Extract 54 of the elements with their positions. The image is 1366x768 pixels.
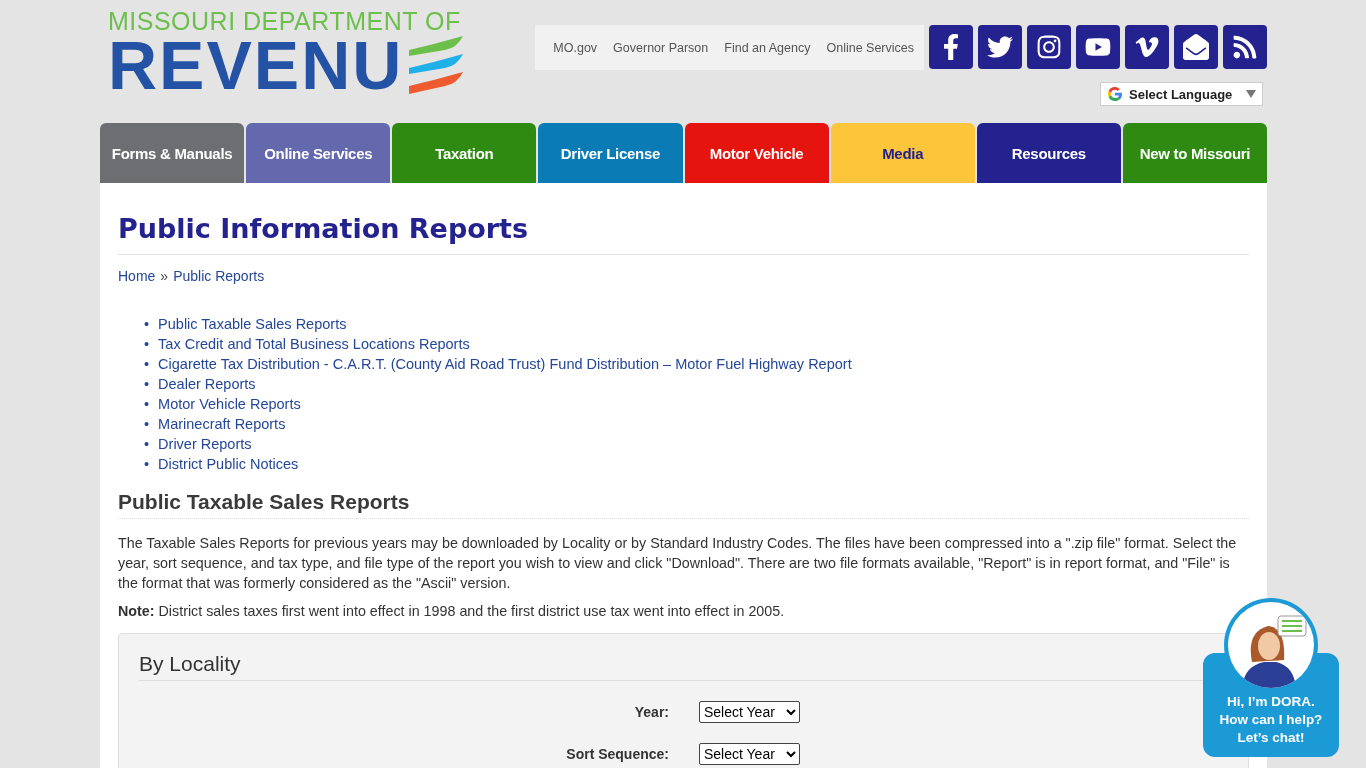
breadcrumb-separator: »: [160, 268, 169, 284]
breadcrumb-link[interactable]: Home: [118, 268, 156, 284]
intro-paragraph: The Taxable Sales Reports for previous years may be downloaded by Locality or by Standard Industry Codes. The files have been compressed into a ".zip file" format. Select the year, sort sequence, and tax type, and file type of the report you wish to view and click "Download". There are two file formats available, "Report" is in report format, and "File" is the format that was formerly considered as the "Ascii" version.: [118, 534, 1238, 593]
chat-text: Let’s chat!: [1237, 729, 1305, 747]
field-label: Year:: [633, 704, 669, 720]
list-bullet: •: [144, 375, 150, 394]
nav-tab[interactable]: Online Services: [246, 123, 391, 183]
breadcrumb-link[interactable]: Public Reports: [173, 268, 265, 284]
nav-tab[interactable]: Forms & Manuals: [100, 123, 245, 183]
field-label: Sort Sequence:: [565, 746, 669, 762]
logo-wordmark: REVENU: [108, 34, 404, 96]
year-select[interactable]: Select Year: [699, 701, 800, 723]
utility-link[interactable]: Governor Parson: [613, 40, 709, 55]
nav-tab[interactable]: Driver License: [538, 123, 683, 183]
list-bullet: •: [144, 435, 150, 454]
report-link[interactable]: Driver Reports: [158, 434, 252, 454]
list-bullet: •: [144, 335, 150, 354]
report-link[interactable]: Marinecraft Reports: [158, 414, 286, 434]
nav-tab[interactable]: New to Missouri: [1122, 123, 1267, 183]
list-bullet: •: [144, 455, 150, 474]
rss-icon[interactable]: [1223, 25, 1267, 69]
list-bullet: •: [144, 395, 150, 414]
list-bullet: •: [144, 315, 150, 334]
facebook-icon[interactable]: [929, 25, 973, 69]
nav-tab[interactable]: Taxation: [392, 123, 537, 183]
page-title: Public Information Reports: [118, 213, 1249, 255]
list-bullet: •: [144, 355, 150, 374]
utility-link[interactable]: Find an Agency: [724, 40, 811, 55]
utility-link[interactable]: MO.gov: [553, 40, 598, 55]
camera-icon[interactable]: [1027, 25, 1071, 69]
nav-tab[interactable]: Resources: [976, 123, 1121, 183]
play-button-icon[interactable]: [1076, 25, 1120, 69]
utility-link[interactable]: Online Services: [826, 40, 914, 55]
note-paragraph: Note: District sales taxes first went into effect in 1998 and the first district use tax went into effect in 2005.: [118, 602, 786, 621]
report-link[interactable]: District Public Notices: [158, 454, 299, 474]
chat-text: How can I help?: [1219, 711, 1323, 729]
chat-text: Hi, I’m DORA.: [1227, 693, 1315, 711]
dropdown-arrow-icon: [1246, 90, 1256, 98]
list-bullet: •: [144, 415, 150, 434]
google-icon: [1107, 86, 1123, 102]
language-select[interactable]: Select Language: [1100, 82, 1263, 106]
envelope-icon[interactable]: [1174, 25, 1218, 69]
report-link[interactable]: Motor Vehicle Reports: [158, 394, 301, 414]
bird-icon[interactable]: [978, 25, 1022, 69]
report-link[interactable]: Cigarette Tax Distribution - C.A.R.T. (County Aid Road Trust) Fund Distribution – Motor Fuel Highway Report: [158, 354, 852, 374]
year-select[interactable]: Select Year: [699, 743, 800, 765]
report-link[interactable]: Public Taxable Sales Reports: [158, 314, 347, 334]
section-title: Public Taxable Sales Reports: [118, 490, 1249, 519]
nav-tab[interactable]: Media: [830, 123, 975, 183]
logo-tagline: MISSOURI DEPARTMENT OF: [108, 8, 462, 34]
report-link[interactable]: Tax Credit and Total Business Locations Reports: [158, 334, 470, 354]
letter-v-icon[interactable]: [1125, 25, 1169, 69]
report-link[interactable]: Dealer Reports: [158, 374, 256, 394]
nav-tab[interactable]: Motor Vehicle: [684, 123, 829, 183]
